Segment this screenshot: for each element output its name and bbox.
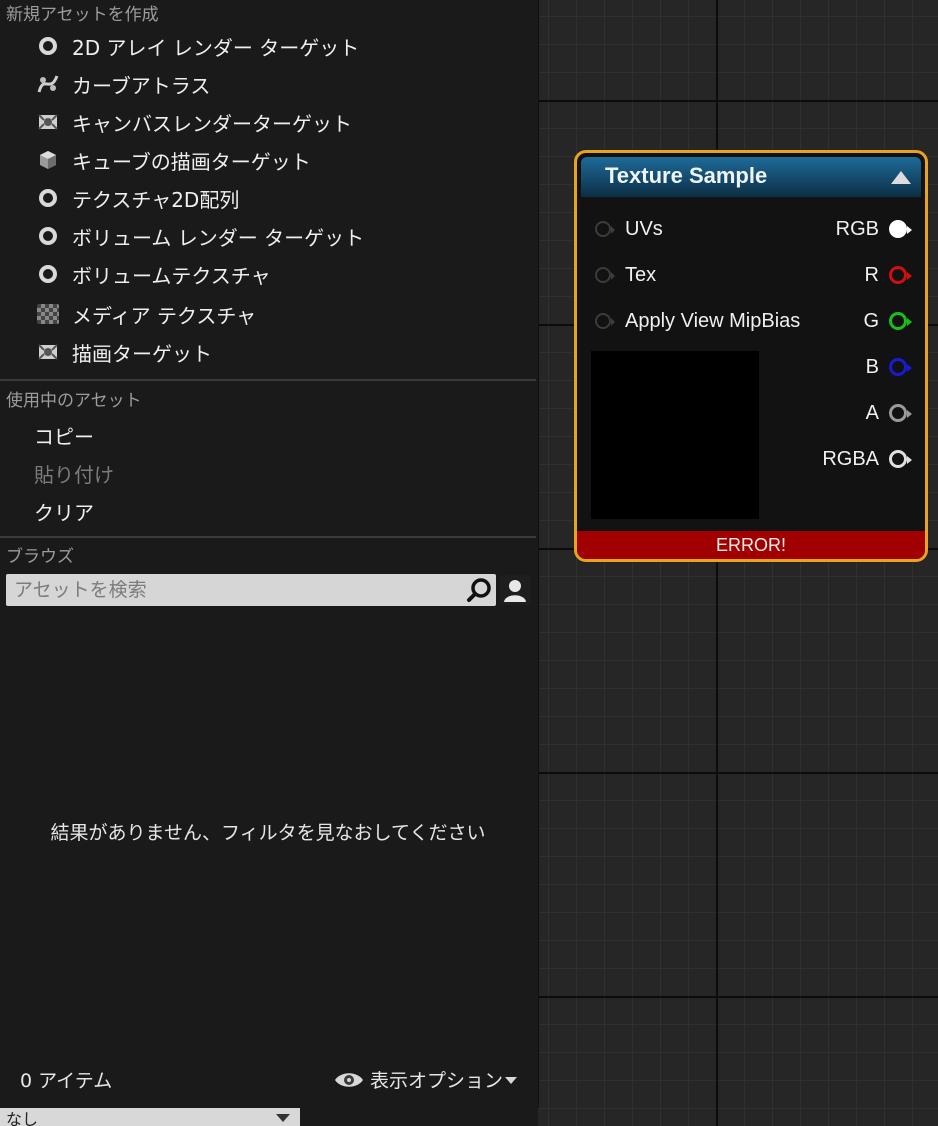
output-pin-rgb[interactable]: RGB bbox=[835, 217, 912, 241]
media-texture-icon bbox=[34, 300, 62, 328]
menu-item-label: メディア テクスチャ bbox=[72, 303, 257, 328]
chevron-down-icon bbox=[505, 1076, 518, 1084]
texture-sample-node[interactable]: Texture Sample UVs Tex Apply View MipBia… bbox=[574, 150, 928, 562]
menu-item-label: カーブアトラス bbox=[72, 73, 211, 98]
input-pin-icon[interactable] bbox=[595, 313, 615, 329]
error-bar: ERROR! bbox=[577, 531, 925, 559]
input-pin-icon[interactable] bbox=[595, 221, 615, 237]
output-pin-icon[interactable] bbox=[889, 266, 912, 284]
input-pin-label: Apply View MipBias bbox=[625, 309, 801, 332]
bottom-strip bbox=[300, 1108, 538, 1126]
copy-menu-item[interactable]: コピー bbox=[34, 421, 94, 450]
node-title: Texture Sample bbox=[605, 163, 768, 188]
input-pin-icon[interactable] bbox=[595, 267, 615, 283]
section-header-browse: ブラウズ bbox=[6, 547, 74, 567]
menu-item-label: キャンバスレンダーターゲット bbox=[72, 111, 352, 136]
search-input[interactable] bbox=[6, 574, 456, 606]
output-pin-icon[interactable] bbox=[889, 220, 912, 238]
output-pin-label: A bbox=[865, 401, 879, 424]
output-pin-b[interactable]: B bbox=[865, 355, 912, 379]
output-pin-r[interactable]: R bbox=[864, 263, 912, 287]
view-options-label: 表示オプション bbox=[370, 1070, 504, 1092]
menu-item-2d-array-render-target[interactable]: 2D アレイ レンダー ターゲット bbox=[34, 30, 514, 62]
input-pin-apply-view-mipbias[interactable]: Apply View MipBias bbox=[595, 309, 800, 333]
menu-item-label: テクスチャ2D配列 bbox=[72, 187, 240, 212]
user-icon[interactable] bbox=[500, 575, 530, 605]
ring-icon bbox=[34, 32, 62, 60]
cube-icon bbox=[34, 146, 62, 174]
menu-item-cube-render-target[interactable]: キューブの描画ターゲット bbox=[34, 144, 514, 176]
eye-icon bbox=[335, 1072, 363, 1087]
output-pin-rgba[interactable]: RGBA bbox=[822, 447, 912, 471]
menu-item-label: ボリュームテクスチャ bbox=[72, 263, 271, 288]
output-pin-icon[interactable] bbox=[889, 404, 912, 422]
section-divider bbox=[0, 379, 536, 381]
menu-item-volume-texture[interactable]: ボリュームテクスチャ bbox=[34, 258, 514, 290]
chevron-down-icon bbox=[276, 1114, 290, 1122]
output-pin-a[interactable]: A bbox=[865, 401, 912, 425]
ring-icon bbox=[34, 184, 62, 212]
menu-item-curve-atlas[interactable]: カーブアトラス bbox=[34, 68, 514, 100]
section-header-create-asset: 新規アセットを作成 bbox=[6, 5, 159, 25]
output-pin-label: R bbox=[864, 263, 879, 286]
menu-item-media-texture[interactable]: メディア テクスチャ bbox=[34, 298, 514, 330]
collapse-arrow-icon[interactable] bbox=[891, 171, 911, 184]
output-pin-icon[interactable] bbox=[889, 312, 912, 330]
bottom-dropdown[interactable]: なし bbox=[0, 1108, 300, 1126]
menu-item-canvas-render-target[interactable]: キャンバスレンダーターゲット bbox=[34, 106, 514, 138]
menu-item-label: 描画ターゲット bbox=[72, 341, 212, 366]
item-count: 0 アイテム bbox=[20, 1070, 113, 1092]
asset-picker-menu: 新規アセットを作成 2D アレイ レンダー ターゲット カーブアトラス キャンバ… bbox=[0, 0, 539, 1108]
output-pin-label: B bbox=[865, 355, 879, 378]
clear-menu-item[interactable]: クリア bbox=[34, 497, 94, 526]
menu-item-label: ボリューム レンダー ターゲット bbox=[72, 225, 365, 250]
output-pin-icon[interactable] bbox=[889, 358, 912, 376]
curve-atlas-icon bbox=[34, 70, 62, 98]
ring-icon bbox=[34, 260, 62, 288]
menu-item-texture-2d-array[interactable]: テクスチャ2D配列 bbox=[34, 182, 514, 214]
output-pin-label: RGBA bbox=[822, 447, 879, 470]
section-divider bbox=[0, 536, 536, 538]
render-target-icon bbox=[34, 338, 62, 366]
dropdown-value: なし bbox=[6, 1110, 39, 1126]
menu-item-label: 2D アレイ レンダー ターゲット bbox=[72, 35, 360, 60]
output-pin-g[interactable]: G bbox=[863, 309, 912, 333]
node-header[interactable]: Texture Sample bbox=[581, 157, 921, 197]
output-pin-label: G bbox=[863, 309, 879, 332]
input-pin-uvs[interactable]: UVs bbox=[595, 217, 663, 241]
canvas-render-target-icon bbox=[34, 108, 62, 136]
empty-results-message: 結果がありません、フィルタを見なおしてください bbox=[50, 822, 486, 844]
search-icon[interactable] bbox=[466, 577, 492, 603]
input-pin-tex[interactable]: Tex bbox=[595, 263, 656, 287]
output-pin-label: RGB bbox=[835, 217, 879, 240]
ring-icon bbox=[34, 222, 62, 250]
menu-item-render-target[interactable]: 描画ターゲット bbox=[34, 336, 514, 368]
asset-search-box[interactable] bbox=[6, 574, 496, 606]
menu-item-volume-render-target[interactable]: ボリューム レンダー ターゲット bbox=[34, 220, 514, 252]
view-options-button[interactable]: 表示オプション bbox=[334, 1066, 519, 1093]
input-pin-label: Tex bbox=[625, 263, 657, 286]
paste-menu-item[interactable]: 貼り付け bbox=[34, 459, 114, 488]
menu-item-label: キューブの描画ターゲット bbox=[72, 149, 311, 174]
section-header-current-asset: 使用中のアセット bbox=[6, 391, 142, 411]
input-pin-label: UVs bbox=[625, 217, 663, 240]
output-pin-icon[interactable] bbox=[889, 450, 912, 468]
texture-preview bbox=[591, 351, 759, 519]
